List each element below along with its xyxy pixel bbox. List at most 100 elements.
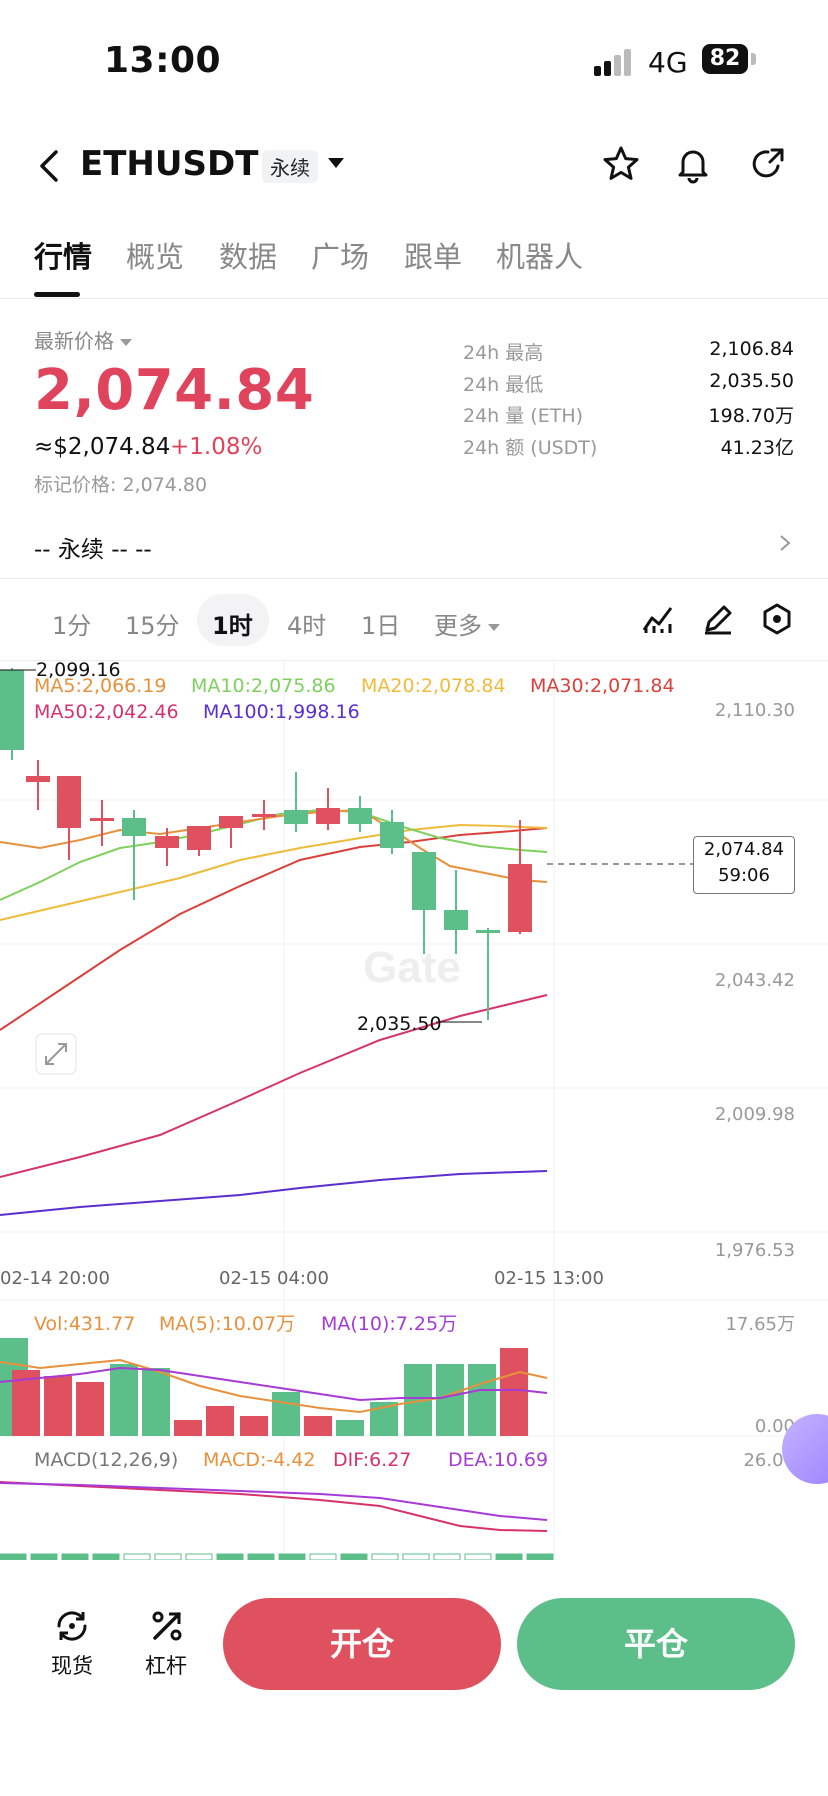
timeframe-more[interactable]: 更多 [434,606,500,641]
open-position-button[interactable]: 开仓 [223,1598,501,1690]
y-tick-label: 1,976.53 [715,1240,795,1261]
candle-body [508,864,532,932]
candle-body [476,930,500,933]
macd-bar [371,1553,399,1560]
ma10-label: MA10:2,075.86 [191,675,336,697]
tab-data[interactable]: 数据 [219,234,277,276]
candle-body [57,776,81,828]
divider [0,298,828,299]
macd-bar [340,1553,368,1560]
last-price: 2,074.84 [34,358,315,423]
candle-body [155,836,179,848]
symbol-dropdown-icon[interactable] [328,158,344,168]
mark-price: 标记价格: 2,074.80 [34,474,208,496]
macd-label: MACD(12,26,9) [34,1449,178,1471]
macd-bar [526,1553,554,1560]
back-arrow-icon[interactable] [34,148,66,184]
macd-dif: DIF:6.27 [333,1449,411,1471]
tab-market[interactable]: 行情 [34,234,92,276]
volume-bar [76,1382,104,1436]
candle-body [316,808,340,824]
perp-info-row[interactable]: -- 永续 -- -- [34,530,152,564]
kline-chart[interactable]: Gate MA5:2,066.19 MA10:2,075.86 MA20:2,0… [0,660,828,1560]
stat-volume-label: 24h 量 (ETH) [463,405,584,427]
candle-body [26,776,50,782]
battery-tip [751,53,756,65]
share-icon[interactable] [748,144,788,184]
battery-icon: 82 [702,44,748,74]
candle-body [187,826,211,850]
macd-bar [0,1553,27,1560]
close-position-button[interactable]: 平仓 [517,1598,795,1690]
vol-ma5-label: MA(5):10.07万 [159,1313,295,1335]
macd-bar [154,1553,182,1560]
timeframe-1d[interactable]: 1日 [361,606,400,641]
chevron-right-icon[interactable] [778,534,792,552]
ma100-line [0,1170,548,1216]
caret-down-icon [488,623,500,631]
timeframe-15m[interactable]: 15分 [125,606,180,641]
macd-bar [278,1553,306,1560]
countdown-timer: 59:06 [718,865,770,886]
candle-body [0,670,24,750]
x-tick-label: 02-15 13:00 [494,1268,604,1289]
tab-overview[interactable]: 概览 [126,234,184,276]
spot-icon[interactable] [52,1606,92,1646]
stat-turnover-value: 41.23亿 [720,437,794,459]
volume-bar [206,1406,234,1436]
contract-type-tag: 永续 [262,150,318,183]
expand-icon[interactable] [35,1033,77,1075]
candle-body [90,818,114,821]
latest-price-label[interactable]: 最新价格 [34,325,132,354]
leverage-label[interactable]: 杠杆 [145,1650,187,1680]
volume-bar [304,1416,332,1436]
symbol-title[interactable]: ETHUSDT [80,144,258,184]
macd-bar [185,1553,213,1560]
macd-bar [61,1553,89,1560]
tab-square[interactable]: 广场 [311,234,369,276]
bell-icon[interactable] [673,144,713,184]
volume-bar [44,1376,72,1436]
spot-label[interactable]: 现货 [51,1650,93,1680]
gate-watermark: Gate [363,943,461,992]
candle-body [412,852,436,910]
draw-pencil-icon[interactable] [701,602,735,636]
y-tick-label: 2,009.98 [715,1104,795,1125]
macd-bar [433,1553,461,1560]
macd-bar [464,1553,492,1560]
star-icon[interactable] [601,144,641,184]
low-price-label: 2,035.50 [357,1013,442,1035]
status-time: 13:00 [104,40,222,81]
indicator-icon[interactable] [641,602,675,636]
stat-low-label: 24h 最低 [463,374,544,396]
macd-dea: DEA:10.69 [448,1449,548,1471]
network-type: 4G [648,46,688,79]
current-price-tag: 2,074.84 59:06 [693,836,795,894]
vol-axis-top: 17.65万 [725,1314,795,1335]
tab-copy-trade[interactable]: 跟单 [404,234,462,276]
tab-bots[interactable]: 机器人 [496,234,583,276]
stat-turnover-label: 24h 额 (USDT) [463,437,598,459]
timeframe-1m[interactable]: 1分 [52,606,91,641]
ma20-label: MA20:2,078.84 [361,675,506,697]
macd-dea-line [0,1482,548,1521]
candle-body [284,810,308,824]
volume-bar [272,1392,300,1436]
macd-bar [247,1553,275,1560]
candle-body [444,910,468,930]
volume-bar [436,1364,464,1436]
volume-bar [240,1416,268,1436]
macd-bar [495,1553,523,1560]
caret-down-icon [120,339,132,346]
current-price-tag-value: 2,074.84 [703,839,785,860]
ma30-label: MA30:2,071.84 [530,675,675,697]
leverage-icon[interactable] [147,1606,187,1646]
macd-bar [123,1553,151,1560]
stat-low-value: 2,035.50 [709,370,794,392]
timeframe-1h[interactable]: 1时 [212,606,253,641]
settings-hexagon-icon[interactable] [760,602,794,636]
ma10-line [0,808,548,901]
candle-body [348,808,372,824]
x-tick-label: 02-15 04:00 [219,1268,329,1289]
timeframe-4h[interactable]: 4时 [287,606,326,641]
